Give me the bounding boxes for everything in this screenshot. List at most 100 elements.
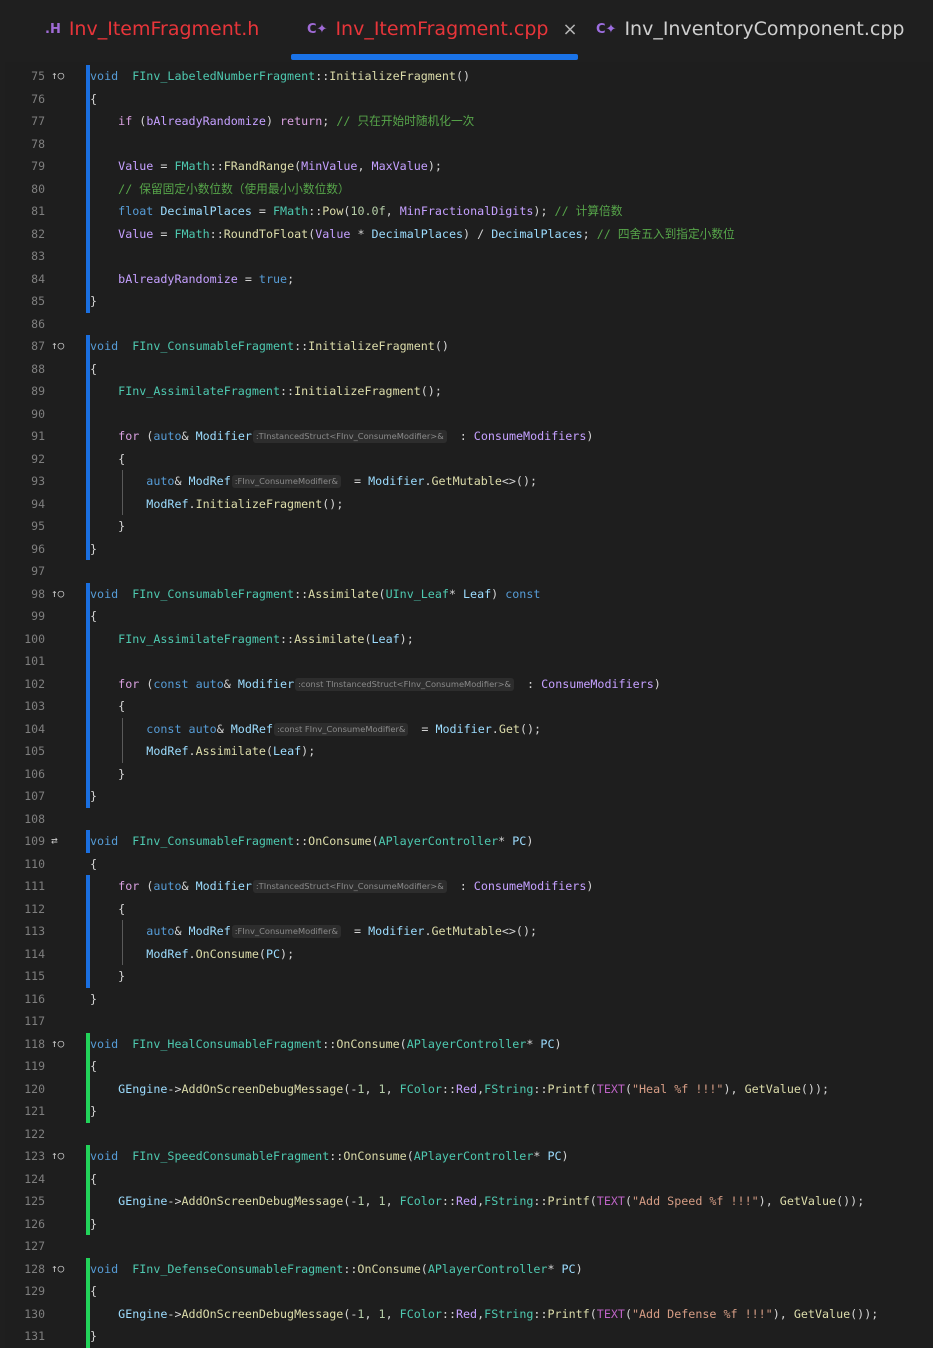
code-line[interactable]: 117 bbox=[5, 1010, 933, 1032]
code-line[interactable]: 79 Value = FMath::FRandRange(MinValue, M… bbox=[5, 155, 933, 177]
code-text: GEngine->AddOnScreenDebugMessage(-1, 1, … bbox=[90, 1190, 864, 1212]
code-line[interactable]: 119 { bbox=[5, 1055, 933, 1077]
code-line[interactable]: 92 { bbox=[5, 448, 933, 470]
line-number: 112 bbox=[24, 901, 45, 916]
code-line[interactable]: 88 { bbox=[5, 358, 933, 380]
code-line[interactable]: 114 ModRef.OnConsume(PC); bbox=[5, 943, 933, 965]
code-line[interactable]: 100 FInv_AssimilateFragment::Assimilate(… bbox=[5, 628, 933, 650]
code-token: () bbox=[434, 339, 449, 353]
code-line[interactable]: 77 if (bAlreadyRandomize) return; // 只在开… bbox=[5, 110, 933, 132]
code-line[interactable]: 116} bbox=[5, 988, 933, 1010]
swap-icon[interactable]: ⇄ bbox=[51, 830, 65, 852]
added-lines-indicator[interactable] bbox=[86, 1257, 90, 1348]
code-line[interactable]: 101 bbox=[5, 650, 933, 672]
code-token: InitializeFragment bbox=[308, 339, 435, 353]
code-line[interactable]: 93 auto& ModRef:FInv_ConsumeModifier& = … bbox=[5, 470, 933, 492]
code-line[interactable]: 99 { bbox=[5, 605, 933, 627]
line-number: 82 bbox=[31, 226, 45, 241]
modified-lines-indicator[interactable] bbox=[86, 65, 90, 313]
code-token: <>(); bbox=[501, 924, 538, 938]
code-line[interactable]: 89 FInv_AssimilateFragment::InitializeFr… bbox=[5, 380, 933, 402]
code-line[interactable]: 80 // 保留固定小数位数（使用最小小数位数） bbox=[5, 178, 933, 200]
code-line[interactable]: 123 ↑○ void FInv_SpeedConsumableFragment::… bbox=[5, 1145, 933, 1167]
code-line[interactable]: 81 float DecimalPlaces = FMath::Pow(10.0… bbox=[5, 200, 933, 222]
added-lines-indicator[interactable] bbox=[86, 1145, 90, 1235]
code-line[interactable]: 120 GEngine->AddOnScreenDebugMessage(- 1,… bbox=[5, 1078, 933, 1100]
code-token: FInv_ConsumableFragment bbox=[132, 834, 295, 848]
modified-lines-indicator[interactable] bbox=[86, 335, 90, 560]
code-line[interactable]: 112 { bbox=[5, 898, 933, 920]
tab-inv-itemfragment-cpp[interactable]: C✦ Inv_ItemFragment.cpp × bbox=[307, 0, 578, 58]
code-token: :: bbox=[441, 1081, 456, 1096]
code-line[interactable]: 110 { bbox=[5, 853, 933, 875]
code-line[interactable]: 94 ModRef.InitializeFragment(); bbox=[5, 493, 933, 515]
code-token: // 保留固定小数位数（使用最小小数位数） bbox=[118, 181, 350, 196]
code-line[interactable]: 121} bbox=[5, 1100, 933, 1122]
code-text: } bbox=[90, 538, 97, 560]
override-icon[interactable]: ↑○ bbox=[51, 65, 65, 87]
code-line[interactable]: 108 bbox=[5, 808, 933, 830]
code-line[interactable]: 85} bbox=[5, 290, 933, 312]
code-line[interactable]: 127 bbox=[5, 1235, 933, 1257]
code-line[interactable]: 76 { bbox=[5, 88, 933, 110]
code-token: PC bbox=[547, 1149, 562, 1163]
code-editor[interactable]: 75 ↑○ void FInv_LabeledNumberFragment::Ini… bbox=[5, 62, 933, 1348]
code-token: ; bbox=[287, 271, 295, 286]
modified-lines-indicator[interactable] bbox=[86, 830, 90, 853]
code-line[interactable]: 104 const auto& ModRef:const FInv_Consum… bbox=[5, 718, 933, 740]
code-line[interactable]: 130 GEngine->AddOnScreenDebugMessage(- 1,… bbox=[5, 1303, 933, 1325]
code-line[interactable]: 113 auto& ModRef:FInv_ConsumeModifier& =… bbox=[5, 920, 933, 942]
code-line[interactable]: 95 } bbox=[5, 515, 933, 537]
code-line[interactable]: 83 bbox=[5, 245, 933, 267]
added-lines-indicator[interactable] bbox=[86, 1032, 90, 1123]
override-icon[interactable]: ↑○ bbox=[51, 583, 65, 605]
modified-lines-indicator[interactable] bbox=[86, 875, 90, 988]
override-icon[interactable]: ↑○ bbox=[51, 1145, 65, 1167]
code-token: 1 bbox=[378, 1081, 386, 1096]
code-token: float bbox=[118, 204, 154, 218]
override-icon[interactable]: ↑○ bbox=[51, 1258, 65, 1280]
code-line[interactable]: 126} bbox=[5, 1213, 933, 1235]
close-icon[interactable]: × bbox=[562, 19, 577, 40]
tab-inv-inventorycomponent-cpp[interactable]: C✦ Inv_InventoryComponent.cpp bbox=[596, 0, 905, 58]
code-line[interactable]: 82 Value = FMath::RoundToFloat(Value * D… bbox=[5, 223, 933, 245]
code-line[interactable]: 124 { bbox=[5, 1168, 933, 1190]
override-icon[interactable]: ↑○ bbox=[51, 335, 65, 357]
code-line[interactable]: 109 ⇄ void FInv_ConsumableFragment::OnCons… bbox=[5, 830, 933, 852]
code-line[interactable]: 102 for (const auto& Modifier:const TIns… bbox=[5, 673, 933, 695]
code-line[interactable]: 75 ↑○ void FInv_LabeledNumberFragment::Ini… bbox=[5, 65, 933, 87]
code-line[interactable]: 111 for (auto& Modifier:TInstancedStruct… bbox=[5, 875, 933, 897]
code-line[interactable]: 103 { bbox=[5, 695, 933, 717]
code-line[interactable]: 131} bbox=[5, 1325, 933, 1347]
code-token: FColor bbox=[399, 1194, 442, 1208]
code-line[interactable]: 107} bbox=[5, 785, 933, 807]
code-line[interactable]: 105 ModRef.Assimilate(Leaf); bbox=[5, 740, 933, 762]
code-line[interactable]: 91 for (auto& Modifier:TInstancedStruct<… bbox=[5, 425, 933, 447]
code-token: & bbox=[181, 429, 196, 443]
code-line[interactable]: 128 ↑○ void FInv_DefenseConsumableFragment… bbox=[5, 1258, 933, 1280]
code-token: auto bbox=[153, 429, 182, 443]
code-line[interactable]: 87 ↑○ void FInv_ConsumableFragment::Initia… bbox=[5, 335, 933, 357]
tab-inv-itemfragment-h[interactable]: .H Inv_ItemFragment.h bbox=[45, 0, 259, 58]
code-text: { bbox=[90, 898, 125, 920]
code-token: Modifier bbox=[435, 721, 492, 736]
code-line[interactable]: 78 bbox=[5, 133, 933, 155]
override-icon[interactable]: ↑○ bbox=[51, 1033, 65, 1055]
code-text: GEngine->AddOnScreenDebugMessage(-1, 1, … bbox=[90, 1303, 878, 1325]
code-line[interactable]: 122 bbox=[5, 1123, 933, 1145]
code-line[interactable]: 84 bAlreadyRandomize = true; bbox=[5, 268, 933, 290]
code-line[interactable]: 118 ↑○ void FInv_HealConsumableFragment::O… bbox=[5, 1033, 933, 1055]
code-line[interactable]: 98 ↑○ void FInv_ConsumableFragment::Assimi… bbox=[5, 583, 933, 605]
code-line[interactable]: 125 GEngine->AddOnScreenDebugMessage(- 1,… bbox=[5, 1190, 933, 1212]
code-line[interactable]: 106 } bbox=[5, 763, 933, 785]
code-line[interactable]: 86 bbox=[5, 313, 933, 335]
modified-lines-indicator[interactable] bbox=[86, 582, 90, 808]
code-line[interactable]: 96} bbox=[5, 538, 933, 560]
code-line[interactable]: 90 bbox=[5, 403, 933, 425]
code-line[interactable]: 129 { bbox=[5, 1280, 933, 1302]
line-number: 111 bbox=[24, 879, 45, 893]
code-line[interactable]: 97 bbox=[5, 560, 933, 582]
code-line[interactable]: 115 } bbox=[5, 965, 933, 987]
